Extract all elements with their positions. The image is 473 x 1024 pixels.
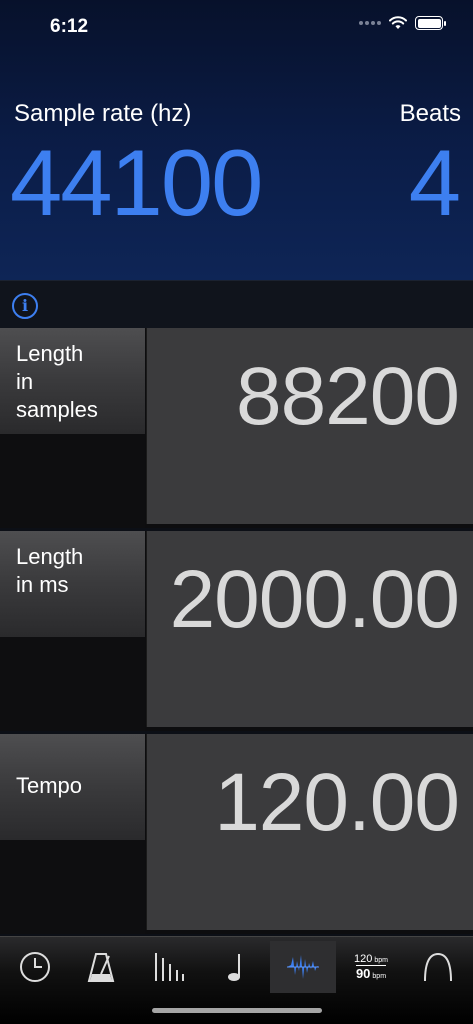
sample-rate-label: Sample rate (hz) (14, 100, 192, 127)
battery-icon (415, 16, 446, 30)
waveform-icon (287, 955, 319, 979)
row-label: Length in ms (0, 531, 145, 637)
signal-icon (359, 21, 381, 25)
beats-label: Beats (399, 100, 461, 127)
header: 6:12 Sample rate (hz) Beats 44100 4 (0, 0, 473, 280)
metronome-icon (87, 953, 115, 982)
tab-curve[interactable] (405, 941, 471, 993)
length-samples-value: 88200 (235, 351, 460, 442)
tab-note[interactable] (203, 941, 269, 993)
info-icon[interactable]: i (12, 293, 38, 319)
tab-bpm-convert[interactable]: 120 bpm 90 bpm (338, 941, 404, 993)
row-label: Length in samples (0, 328, 145, 434)
row-label: Tempo (0, 734, 145, 840)
row-length-ms[interactable]: Length in ms 2000.00 (0, 531, 473, 731)
length-ms-value: 2000.00 (169, 554, 460, 645)
bpm-convert-icon: 120 bpm 90 bpm (354, 953, 388, 981)
status-time: 6:12 (50, 16, 89, 37)
value-field[interactable]: 2000.00 (146, 531, 473, 727)
wifi-icon (389, 16, 407, 29)
value-field[interactable]: 88200 (146, 328, 473, 524)
tab-waveform[interactable] (270, 941, 336, 993)
tab-bars[interactable] (136, 941, 202, 993)
info-bar: i (0, 280, 473, 328)
screen: 6:12 Sample rate (hz) Beats 44100 4 i Le… (0, 0, 473, 1024)
tempo-value: 120.00 (214, 757, 460, 848)
clock-icon (20, 952, 50, 982)
note-icon (228, 954, 240, 981)
tab-metronome[interactable] (68, 941, 134, 993)
tab-clock[interactable] (2, 941, 68, 993)
row-length-samples[interactable]: Length in samples 88200 (0, 328, 473, 528)
beats-value[interactable]: 4 (409, 136, 461, 230)
curve-icon (424, 952, 452, 982)
bars-icon (155, 953, 184, 981)
status-icons (359, 16, 446, 30)
row-tempo[interactable]: Tempo 120.00 (0, 734, 473, 934)
value-field[interactable]: 120.00 (146, 734, 473, 930)
sample-rate-value[interactable]: 44100 (10, 136, 263, 230)
home-indicator (152, 1008, 322, 1013)
